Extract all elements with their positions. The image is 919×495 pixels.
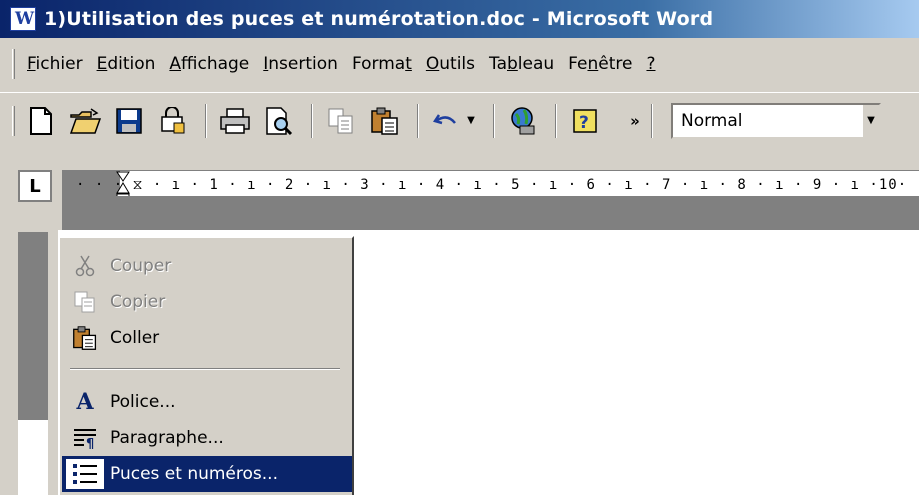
menu-fenetre[interactable]: Fenêtre xyxy=(568,54,632,74)
svg-text:?: ? xyxy=(579,113,589,133)
help-icon[interactable]: ? xyxy=(565,101,605,141)
scissors-icon xyxy=(66,251,104,281)
style-dropdown[interactable]: Normal ▼ xyxy=(671,102,881,139)
menu-fichier[interactable]: Fichier xyxy=(27,54,83,74)
ruler-scale: · · · ⧖ · ı · 1 · ı · 2 · ı · 3 · ı · 4 … xyxy=(76,177,908,193)
menu-item-label: Police... xyxy=(110,392,176,412)
word-icon[interactable] xyxy=(10,7,36,31)
context-menu: Couper Copier Coller A Police... ¶ Parag… xyxy=(58,236,354,495)
menu-bar-grip[interactable] xyxy=(12,49,15,79)
menu-tableau[interactable]: Tableau xyxy=(489,54,554,74)
new-document-icon[interactable] xyxy=(21,101,61,141)
copy-icon xyxy=(66,287,104,317)
standard-toolbar: ▼ ? » Normal ▼ xyxy=(0,92,919,148)
toolbar-overflow-chevron[interactable]: » xyxy=(623,112,647,130)
menu-edition[interactable]: Edition xyxy=(97,54,156,74)
menu-item-label: Coller xyxy=(110,328,160,348)
print-icon[interactable] xyxy=(215,101,255,141)
menu-item-label: Paragraphe... xyxy=(110,428,224,448)
toolbar-separator xyxy=(651,103,653,138)
menu-separator xyxy=(70,368,340,370)
menu-item-puces-et-numeros[interactable]: Puces et numéros... xyxy=(62,456,352,492)
toolbar-grip[interactable] xyxy=(12,105,15,136)
save-icon[interactable] xyxy=(109,101,149,141)
menu-item-police[interactable]: A Police... xyxy=(62,384,352,420)
menu-affichage[interactable]: Affichage xyxy=(169,54,249,74)
toolbar-separator xyxy=(417,103,419,138)
menu-help[interactable]: ? xyxy=(646,54,655,74)
page-top-margin xyxy=(62,196,919,230)
toolbar-separator xyxy=(555,103,557,138)
vertical-ruler-page xyxy=(18,420,48,495)
web-globe-icon[interactable] xyxy=(503,101,543,141)
toolbar-separator xyxy=(311,103,313,138)
menu-item-label: Copier xyxy=(110,292,166,312)
copy-icon[interactable] xyxy=(321,101,361,141)
open-folder-icon[interactable] xyxy=(65,101,105,141)
paste-icon[interactable] xyxy=(365,101,405,141)
undo-icon[interactable]: ▼ xyxy=(427,101,481,141)
permission-icon[interactable] xyxy=(153,101,193,141)
paragraph-icon: ¶ xyxy=(66,423,104,453)
toolbar-separator xyxy=(205,103,207,138)
menu-item-paragraphe[interactable]: ¶ Paragraphe... xyxy=(62,420,352,456)
menu-format[interactable]: Format xyxy=(352,54,412,74)
window-title: 1)Utilisation des puces et numérotation.… xyxy=(44,8,714,30)
menu-insertion[interactable]: Insertion xyxy=(263,54,338,74)
menu-item-label: Couper xyxy=(110,256,172,276)
menu-item-couper[interactable]: Couper xyxy=(62,248,352,284)
title-bar: 1)Utilisation des puces et numérotation.… xyxy=(0,0,919,38)
font-icon: A xyxy=(76,389,94,415)
menu-item-copier[interactable]: Copier xyxy=(62,284,352,320)
menu-item-coller[interactable]: Coller xyxy=(62,320,352,356)
paste-icon xyxy=(66,323,104,353)
bullets-numbering-icon xyxy=(66,459,104,489)
style-dropdown-value: Normal xyxy=(681,110,743,131)
chevron-down-icon[interactable]: ▼ xyxy=(863,104,879,137)
tab-stop-selector[interactable]: L xyxy=(18,170,52,202)
svg-text:¶: ¶ xyxy=(86,437,94,450)
print-preview-icon[interactable] xyxy=(259,101,299,141)
toolbar-separator xyxy=(493,103,495,138)
menu-bar: Fichier Edition Affichage Insertion Form… xyxy=(0,44,919,84)
menu-outils[interactable]: Outils xyxy=(426,54,475,74)
menu-item-label: Puces et numéros... xyxy=(110,464,278,484)
